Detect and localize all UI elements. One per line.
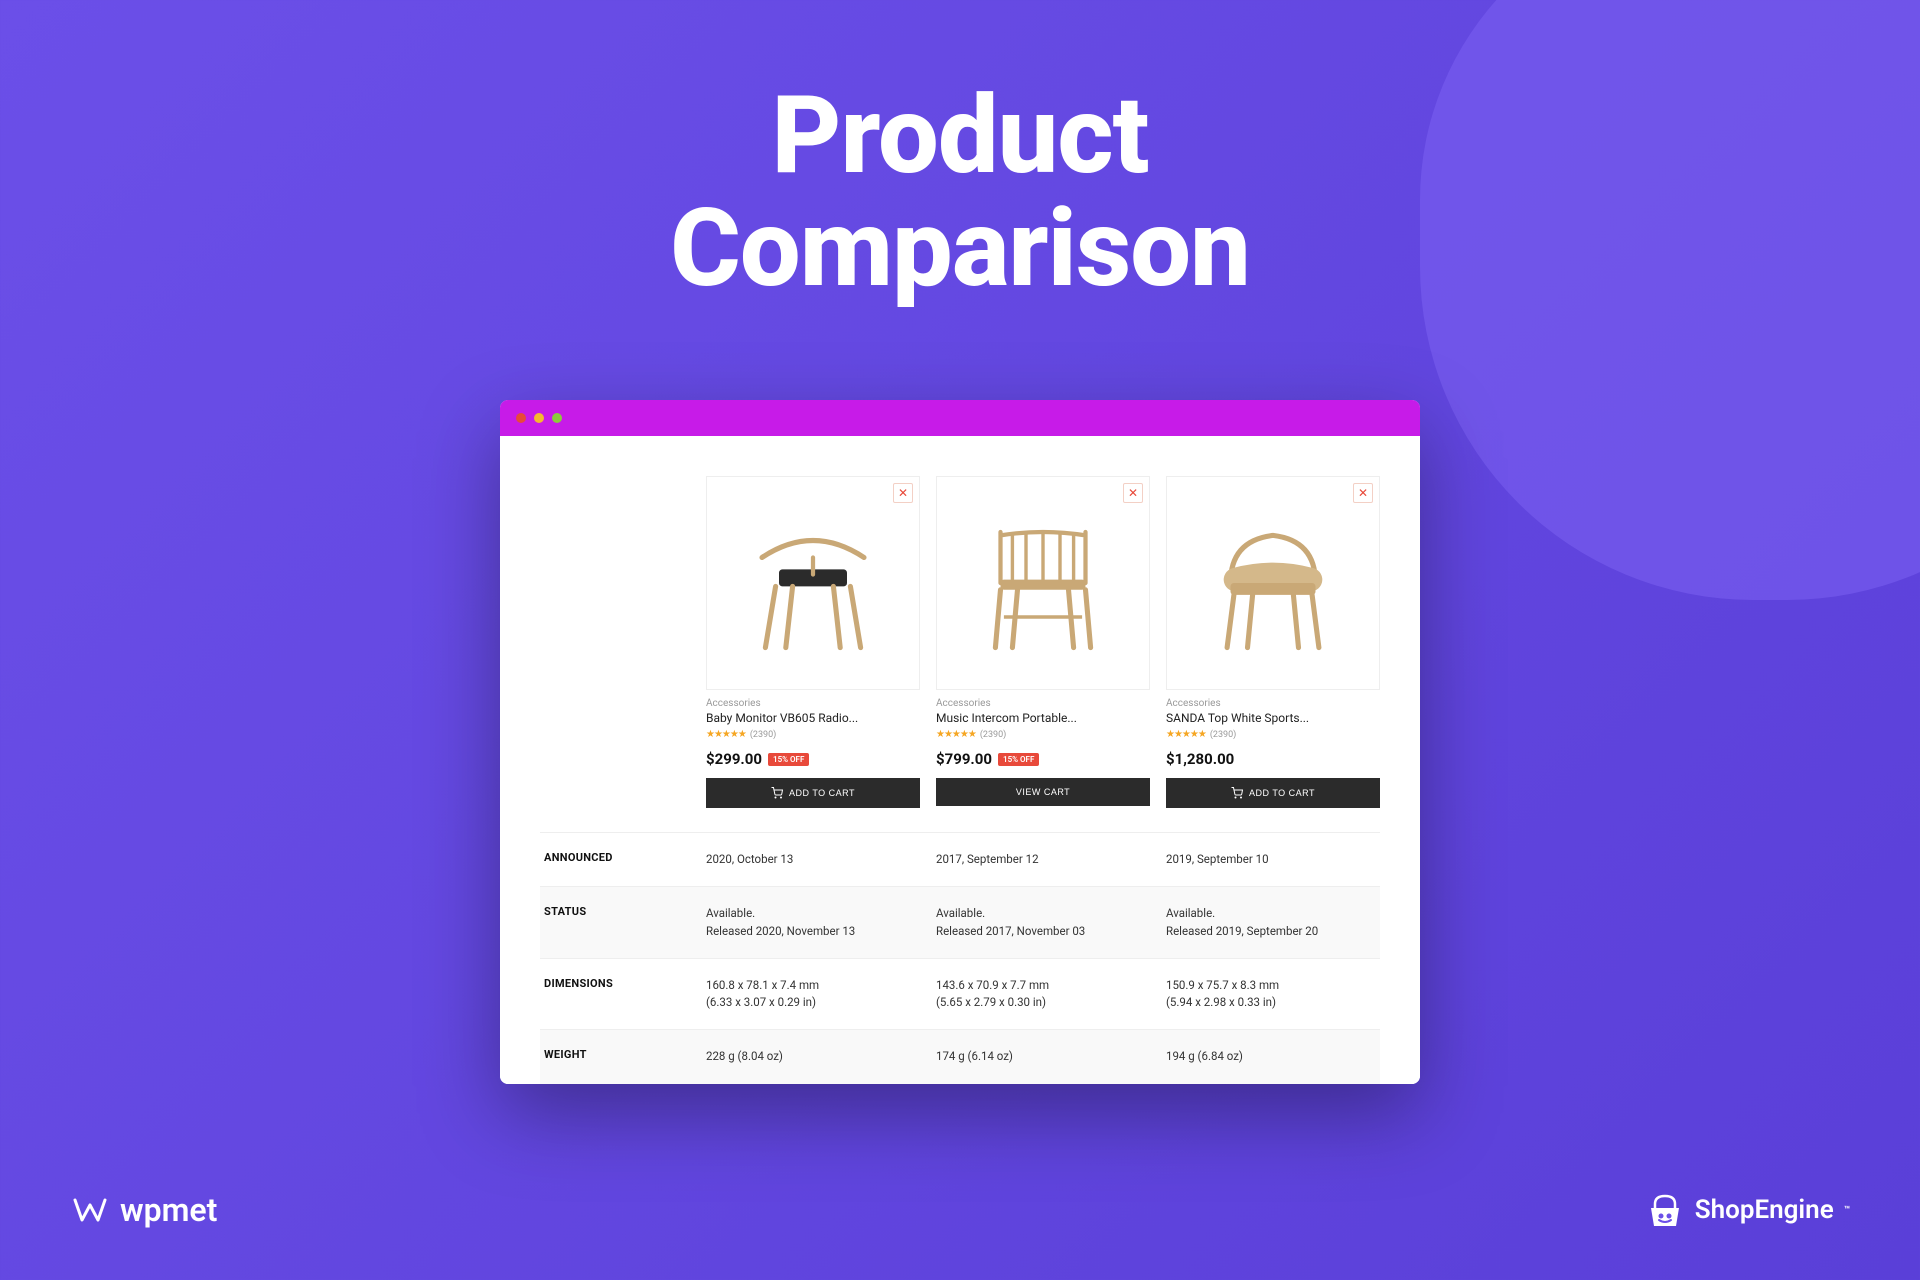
rating-row: ★★★★★ (2390) — [1166, 729, 1380, 740]
footer-brand-wpmet[interactable]: wpmet — [70, 1190, 217, 1230]
browser-window: ✕ Accessories Baby Monitor VB605 Radio..… — [500, 400, 1420, 1084]
remove-product-button[interactable]: ✕ — [1123, 483, 1143, 503]
stars-icon: ★★★★★ — [936, 729, 976, 740]
window-minimize-dot[interactable] — [534, 413, 544, 423]
product-card: ✕ Accessories SANDA Top White Sports... — [1166, 476, 1380, 808]
price-row: $299.00 15% OFF — [706, 750, 920, 768]
spec-cell: 143.6 x 70.9 x 7.7 mm(5.65 x 2.79 x 0.30… — [936, 977, 1150, 1012]
spec-cell: 174 g (6.14 oz) — [936, 1048, 1150, 1065]
add-to-cart-button[interactable]: ADD TO CART — [1166, 778, 1380, 808]
product-image — [1188, 498, 1358, 668]
close-icon: ✕ — [1358, 487, 1368, 499]
product-card: ✕ — [936, 476, 1150, 808]
spec-row: WEIGHT 228 g (8.04 oz) 174 g (6.14 oz) 1… — [540, 1029, 1380, 1083]
discount-badge: 15% OFF — [768, 753, 809, 766]
product-category: Accessories — [936, 698, 1150, 709]
add-to-cart-button[interactable]: ADD TO CART — [706, 778, 920, 808]
spec-label: DIMENSIONS — [540, 977, 690, 1012]
hero-line-1: Product — [670, 80, 1250, 193]
cart-icon — [771, 787, 783, 799]
hero-line-2: Comparison — [670, 193, 1250, 306]
close-icon: ✕ — [1128, 487, 1138, 499]
button-label: ADD TO CART — [1249, 788, 1315, 798]
discount-badge: 15% OFF — [998, 753, 1039, 766]
rating-count: (2390) — [750, 730, 776, 740]
window-maximize-dot[interactable] — [552, 413, 562, 423]
window-content: ✕ Accessories Baby Monitor VB605 Radio..… — [500, 436, 1420, 1084]
footer-brand-shopengine[interactable]: ShopEngine ™ — [1645, 1190, 1850, 1230]
rating-row: ★★★★★ (2390) — [936, 729, 1150, 740]
button-label: ADD TO CART — [789, 788, 855, 798]
rating-count: (2390) — [1210, 730, 1236, 740]
spec-table: ANNOUNCED 2020, October 13 2017, Septemb… — [540, 832, 1380, 1084]
product-price: $1,280.00 — [1166, 750, 1234, 768]
spec-cell: Available.Released 2017, November 03 — [936, 905, 1150, 940]
spec-row: DIMENSIONS 160.8 x 78.1 x 7.4 mm(6.33 x … — [540, 958, 1380, 1030]
spec-cell: 150.9 x 75.7 x 8.3 mm(5.94 x 2.98 x 0.33… — [1166, 977, 1380, 1012]
product-card: ✕ Accessories Baby Monitor VB605 Radio..… — [706, 476, 920, 808]
window-close-dot[interactable] — [516, 413, 526, 423]
price-row: $799.00 15% OFF — [936, 750, 1150, 768]
product-image-wrap: ✕ — [936, 476, 1150, 690]
remove-product-button[interactable]: ✕ — [893, 483, 913, 503]
cart-icon — [1231, 787, 1243, 799]
rating-row: ★★★★★ (2390) — [706, 729, 920, 740]
hero-title: Product Comparison — [670, 80, 1250, 307]
spec-row: ANNOUNCED 2020, October 13 2017, Septemb… — [540, 832, 1380, 886]
spec-row: STATUS Available.Released 2020, November… — [540, 886, 1380, 958]
brand-label: wpmet — [120, 1191, 217, 1229]
spec-label: ANNOUNCED — [540, 851, 690, 868]
product-image — [728, 498, 898, 668]
spec-cell: 160.8 x 78.1 x 7.4 mm(6.33 x 3.07 x 0.29… — [706, 977, 920, 1012]
remove-product-button[interactable]: ✕ — [1353, 483, 1373, 503]
product-image-wrap: ✕ — [706, 476, 920, 690]
product-category: Accessories — [1166, 698, 1380, 709]
shopengine-logo-icon — [1645, 1190, 1685, 1230]
spec-cell: Available.Released 2019, September 20 — [1166, 905, 1380, 940]
product-price: $299.00 — [706, 750, 762, 768]
background-blob — [1420, 0, 1920, 600]
spec-cell: 2017, September 12 — [936, 851, 1150, 868]
price-row: $1,280.00 — [1166, 750, 1380, 768]
product-name[interactable]: SANDA Top White Sports... — [1166, 711, 1380, 725]
window-titlebar — [500, 400, 1420, 436]
product-name[interactable]: Music Intercom Portable... — [936, 711, 1150, 725]
stars-icon: ★★★★★ — [1166, 729, 1206, 740]
product-price: $799.00 — [936, 750, 992, 768]
spec-cell: 2020, October 13 — [706, 851, 920, 868]
product-image-wrap: ✕ — [1166, 476, 1380, 690]
product-category: Accessories — [706, 698, 920, 709]
button-label: VIEW CART — [1016, 787, 1070, 797]
spec-label: WEIGHT — [540, 1048, 690, 1065]
brand-label: ShopEngine — [1695, 1195, 1834, 1225]
stars-icon: ★★★★★ — [706, 729, 746, 740]
view-cart-button[interactable]: VIEW CART — [936, 778, 1150, 806]
trademark-icon: ™ — [1844, 1205, 1850, 1216]
spec-cell: 228 g (8.04 oz) — [706, 1048, 920, 1065]
product-image — [958, 498, 1128, 668]
spec-label: STATUS — [540, 905, 690, 940]
spec-cell: 194 g (6.84 oz) — [1166, 1048, 1380, 1065]
close-icon: ✕ — [898, 487, 908, 499]
product-name[interactable]: Baby Monitor VB605 Radio... — [706, 711, 920, 725]
spec-cell: 2019, September 10 — [1166, 851, 1380, 868]
rating-count: (2390) — [980, 730, 1006, 740]
wpmet-logo-icon — [70, 1190, 110, 1230]
spec-cell: Available.Released 2020, November 13 — [706, 905, 920, 940]
products-row: ✕ Accessories Baby Monitor VB605 Radio..… — [540, 476, 1380, 808]
